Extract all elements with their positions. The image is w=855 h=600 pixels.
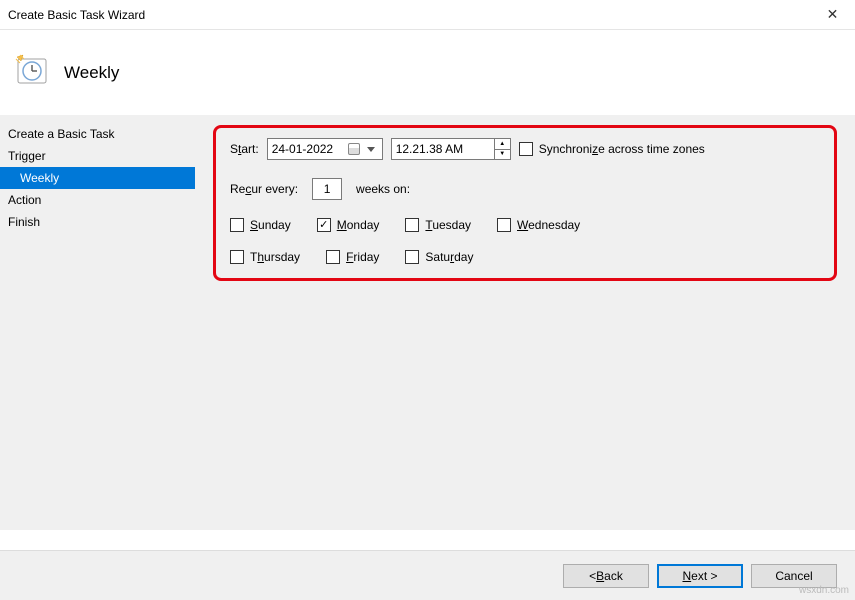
sidebar-item-finish[interactable]: Finish <box>0 211 195 233</box>
sync-label: Synchronize across time zones <box>539 142 705 156</box>
checkbox[interactable] <box>405 218 419 232</box>
start-time-value: 12.21.38 AM <box>396 142 463 156</box>
checkbox[interactable] <box>497 218 511 232</box>
day-checkbox-wednesday[interactable]: Wednesday <box>497 218 580 232</box>
checkbox[interactable] <box>326 250 340 264</box>
sidebar-item-trigger[interactable]: Trigger <box>0 145 195 167</box>
wizard-body: Create a Basic TaskTriggerWeeklyActionFi… <box>0 115 855 530</box>
close-icon: ✕ <box>827 6 839 23</box>
days-row-2: Thursday Friday Saturday <box>230 250 820 264</box>
page-title: Weekly <box>64 63 119 83</box>
checkbox[interactable] <box>405 250 419 264</box>
recur-suffix: weeks on: <box>356 182 410 196</box>
wizard-header: Weekly <box>0 30 855 115</box>
checkbox[interactable] <box>230 250 244 264</box>
day-checkbox-tuesday[interactable]: Tuesday <box>405 218 471 232</box>
next-button[interactable]: Next > <box>657 564 743 588</box>
checkbox[interactable] <box>317 218 331 232</box>
sync-checkbox[interactable] <box>519 142 533 156</box>
start-row: Start: 24-01-2022 12.21.38 AM ▲ ▼ <box>230 138 820 160</box>
spinner-up-icon[interactable]: ▲ <box>495 139 510 150</box>
spinner-down-icon[interactable]: ▼ <box>495 150 510 160</box>
start-date-input[interactable]: 24-01-2022 <box>267 138 383 160</box>
recur-label: Recur every: <box>230 182 298 196</box>
wizard-footer: < Back Next > Cancel <box>0 550 855 600</box>
chevron-down-icon <box>364 142 378 156</box>
day-label: Friday <box>346 250 379 264</box>
calendar-icon <box>348 143 360 155</box>
cancel-button[interactable]: Cancel <box>751 564 837 588</box>
sidebar-item-create-a-basic-task[interactable]: Create a Basic Task <box>0 123 195 145</box>
checkbox[interactable] <box>230 218 244 232</box>
start-label: Start: <box>230 142 259 156</box>
recur-input[interactable] <box>312 178 342 200</box>
day-checkbox-thursday[interactable]: Thursday <box>230 250 300 264</box>
titlebar: Create Basic Task Wizard ✕ <box>0 0 855 30</box>
start-time-input[interactable]: 12.21.38 AM ▲ ▼ <box>391 138 511 160</box>
day-checkbox-saturday[interactable]: Saturday <box>405 250 473 264</box>
recur-row: Recur every: weeks on: <box>230 178 820 200</box>
day-label: Saturday <box>425 250 473 264</box>
day-checkbox-monday[interactable]: Monday <box>317 218 380 232</box>
day-label: Wednesday <box>517 218 580 232</box>
days-row-1: Sunday Monday Tuesday Wednesday <box>230 218 820 232</box>
day-checkbox-sunday[interactable]: Sunday <box>230 218 291 232</box>
sidebar-item-weekly[interactable]: Weekly <box>0 167 195 189</box>
wizard-main: Start: 24-01-2022 12.21.38 AM ▲ ▼ <box>195 115 855 530</box>
sidebar-item-action[interactable]: Action <box>0 189 195 211</box>
wizard-sidebar: Create a Basic TaskTriggerWeeklyActionFi… <box>0 115 195 530</box>
time-spinner[interactable]: ▲ ▼ <box>494 139 510 159</box>
day-label: Thursday <box>250 250 300 264</box>
day-label: Tuesday <box>425 218 471 232</box>
highlight-box: Start: 24-01-2022 12.21.38 AM ▲ ▼ <box>213 125 837 281</box>
clock-icon <box>14 53 50 92</box>
window-title: Create Basic Task Wizard <box>8 8 145 22</box>
day-label: Sunday <box>250 218 291 232</box>
back-button[interactable]: < Back <box>563 564 649 588</box>
day-label: Monday <box>337 218 380 232</box>
watermark: wsxdn.com <box>799 585 849 596</box>
sync-checkbox-wrap[interactable]: Synchronize across time zones <box>519 142 705 156</box>
close-button[interactable]: ✕ <box>810 0 855 30</box>
start-date-value: 24-01-2022 <box>272 142 333 156</box>
day-checkbox-friday[interactable]: Friday <box>326 250 379 264</box>
